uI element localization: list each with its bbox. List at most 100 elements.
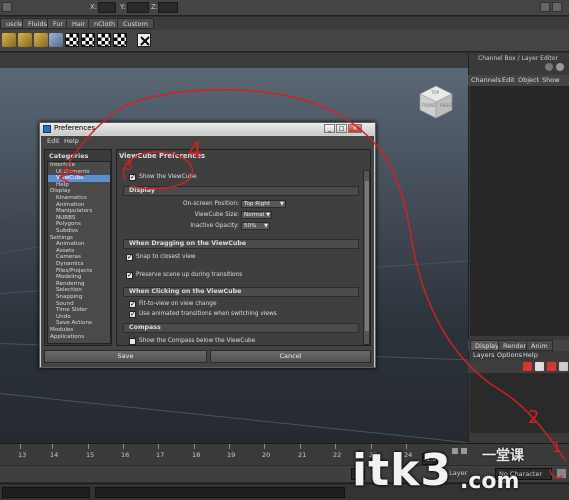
shelf-tab-custom[interactable]: Custom xyxy=(117,18,154,29)
category-item[interactable]: Manipulators xyxy=(48,208,110,215)
fur-tool-icon[interactable] xyxy=(18,33,32,47)
category-item[interactable]: Settings xyxy=(48,235,110,242)
category-item[interactable]: Snapping xyxy=(48,294,110,301)
onscreen-position-dropdown[interactable]: Top Right ▼ xyxy=(241,200,286,208)
new-layer-icon[interactable] xyxy=(523,362,532,371)
layer-icon[interactable] xyxy=(559,362,568,371)
category-item[interactable]: Undo xyxy=(48,314,110,321)
section-compass[interactable]: Compass xyxy=(123,323,359,333)
snap-closest-checkbox[interactable] xyxy=(126,253,133,261)
fur-tool-icon[interactable] xyxy=(49,33,63,47)
viewcube[interactable]: TOP FRONT RIGHT xyxy=(418,84,454,120)
section-dragging[interactable]: When Dragging on the ViewCube xyxy=(123,239,359,249)
category-item[interactable]: Polygons xyxy=(48,221,110,228)
shelf-icons xyxy=(0,30,569,52)
layer-icon[interactable] xyxy=(535,362,544,371)
category-item[interactable]: Dynamics xyxy=(48,261,110,268)
content-scrollbar[interactable] xyxy=(363,170,370,345)
z-field[interactable] xyxy=(158,2,178,13)
panel-toggle-icon[interactable] xyxy=(552,2,562,12)
tick-label: 13 xyxy=(18,451,27,459)
category-item[interactable]: Cameras xyxy=(48,254,110,261)
category-item[interactable]: Interface xyxy=(48,162,110,169)
category-item[interactable]: Selection xyxy=(48,287,110,294)
category-item[interactable]: Applications xyxy=(48,334,110,341)
category-item[interactable]: Modules xyxy=(48,327,110,334)
inactive-opacity-dropdown[interactable]: 50% ▼ xyxy=(241,222,270,230)
section-clicking[interactable]: When Clicking on the ViewCube xyxy=(123,287,359,297)
channel-box-title: Channel Box / Layer Editor xyxy=(478,55,558,62)
checker-icon[interactable] xyxy=(113,33,127,47)
menu-channels[interactable]: Channels xyxy=(471,76,501,84)
layer-icon[interactable] xyxy=(547,362,556,371)
menu-help[interactable]: Help xyxy=(64,137,79,145)
fur-tool-icon[interactable] xyxy=(2,33,16,47)
tick-label: 14 xyxy=(50,451,59,459)
category-item[interactable]: Kinematics xyxy=(48,195,110,202)
categories-header: Categories xyxy=(49,152,89,160)
menu-show[interactable]: Show xyxy=(542,76,560,84)
preferences-title-bar[interactable]: Preferences _ □ ✕ xyxy=(40,123,375,135)
channel-box-area[interactable] xyxy=(470,86,569,336)
preferences-title: Preferences xyxy=(54,124,96,132)
channel-box-icon[interactable] xyxy=(545,63,553,71)
show-viewcube-label: Show the ViewCube xyxy=(139,174,197,180)
menu-layers[interactable]: Layers xyxy=(473,351,495,359)
x-label: X: xyxy=(90,3,98,11)
menu-options[interactable]: Options xyxy=(497,351,522,359)
x-field[interactable] xyxy=(98,2,116,13)
viewport-menu-bar xyxy=(0,53,468,68)
category-item[interactable]: Help xyxy=(48,182,110,189)
checker-icon[interactable] xyxy=(65,33,79,47)
maximize-button[interactable]: □ xyxy=(336,124,347,133)
fit-to-view-checkbox[interactable] xyxy=(129,300,136,308)
category-item[interactable]: NURBS xyxy=(48,215,110,222)
category-item[interactable]: Subdivs xyxy=(48,228,110,235)
category-item[interactable]: Rendering xyxy=(48,281,110,288)
checker-icon[interactable] xyxy=(81,33,95,47)
cancel-button[interactable]: Cancel xyxy=(210,350,371,363)
checker-icon[interactable] xyxy=(97,33,111,47)
mode-icon[interactable] xyxy=(2,2,12,12)
category-item[interactable]: Animation xyxy=(48,202,110,209)
show-compass-checkbox[interactable] xyxy=(129,338,136,345)
category-item[interactable]: Display xyxy=(48,188,110,195)
category-item[interactable]: Save Actions xyxy=(48,320,110,327)
menu-edit[interactable]: Edit xyxy=(502,76,515,84)
menu-help[interactable]: Help xyxy=(523,351,538,359)
category-item[interactable]: Modeling xyxy=(48,274,110,281)
animated-transitions-label: Use animated transitions when switching … xyxy=(139,311,277,317)
custom-tool-icon[interactable] xyxy=(137,33,151,47)
animated-transitions-checkbox[interactable] xyxy=(129,310,136,318)
section-display[interactable]: Display xyxy=(123,186,359,196)
close-button[interactable]: ✕ xyxy=(348,124,362,133)
layer-list[interactable] xyxy=(470,373,569,433)
scrollbar-thumb[interactable] xyxy=(365,181,369,331)
category-item[interactable]: Files/Projects xyxy=(48,268,110,275)
category-item[interactable]: ViewCube xyxy=(48,175,110,182)
show-viewcube-checkbox[interactable] xyxy=(129,173,136,181)
category-item[interactable]: Time Slider xyxy=(48,307,110,314)
panel-toggle-icon[interactable] xyxy=(540,2,550,12)
category-item[interactable]: UI Elements xyxy=(48,169,110,176)
menu-object[interactable]: Object xyxy=(518,76,539,84)
watermark-text: itk3 xyxy=(352,445,452,496)
category-item[interactable]: Animation xyxy=(48,241,110,248)
fur-tool-icon[interactable] xyxy=(34,33,48,47)
menu-edit[interactable]: Edit xyxy=(47,137,60,145)
key-icon[interactable] xyxy=(557,469,566,478)
viewcube-size-dropdown[interactable]: Normal ▼ xyxy=(241,211,272,219)
category-item[interactable]: Assets xyxy=(48,248,110,255)
y-field[interactable] xyxy=(127,2,149,13)
category-item[interactable]: Sound xyxy=(48,301,110,308)
mel-input[interactable] xyxy=(2,487,90,498)
save-button[interactable]: Save xyxy=(44,350,207,363)
layer-editor-icon[interactable] xyxy=(556,63,564,71)
watermark-cn: 一堂课 xyxy=(482,448,524,464)
layer-tabs: Display Render Anim xyxy=(468,340,569,351)
tab-anim[interactable]: Anim xyxy=(526,340,553,351)
preserve-scene-up-checkbox[interactable] xyxy=(126,271,133,279)
viewcube-preferences-panel: ViewCube Preferences Show the ViewCube D… xyxy=(116,149,371,346)
minimize-button[interactable]: _ xyxy=(324,124,335,133)
watermark-suffix: .com xyxy=(460,469,520,494)
